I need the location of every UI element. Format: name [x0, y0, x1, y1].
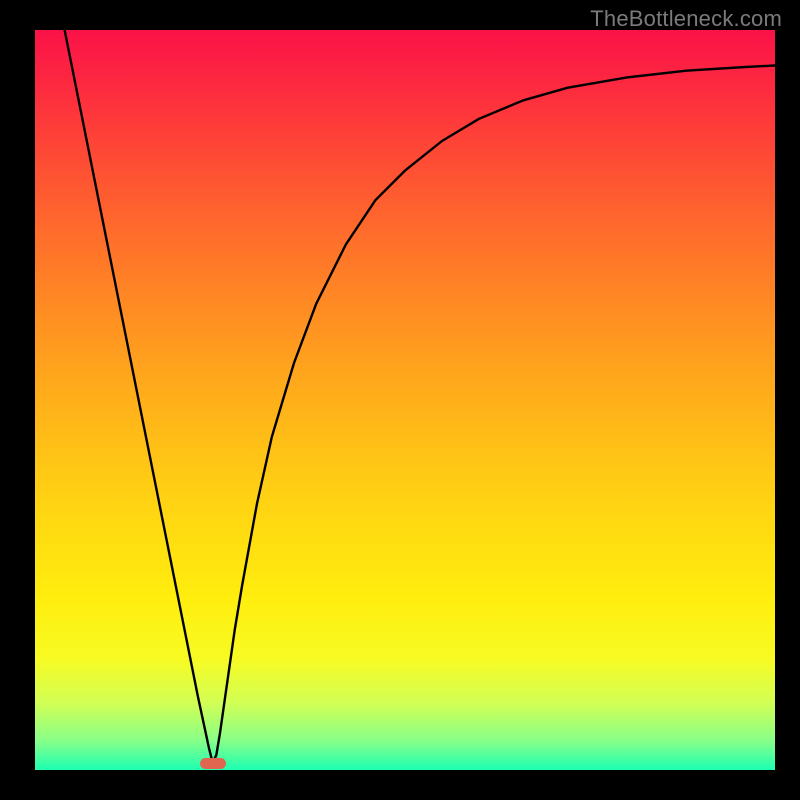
bottleneck-curve	[35, 30, 775, 770]
plot-area	[35, 30, 775, 770]
chart-frame: TheBottleneck.com	[0, 0, 800, 800]
watermark-text: TheBottleneck.com	[590, 6, 782, 32]
curve-path	[65, 30, 775, 763]
optimal-marker	[200, 758, 226, 769]
